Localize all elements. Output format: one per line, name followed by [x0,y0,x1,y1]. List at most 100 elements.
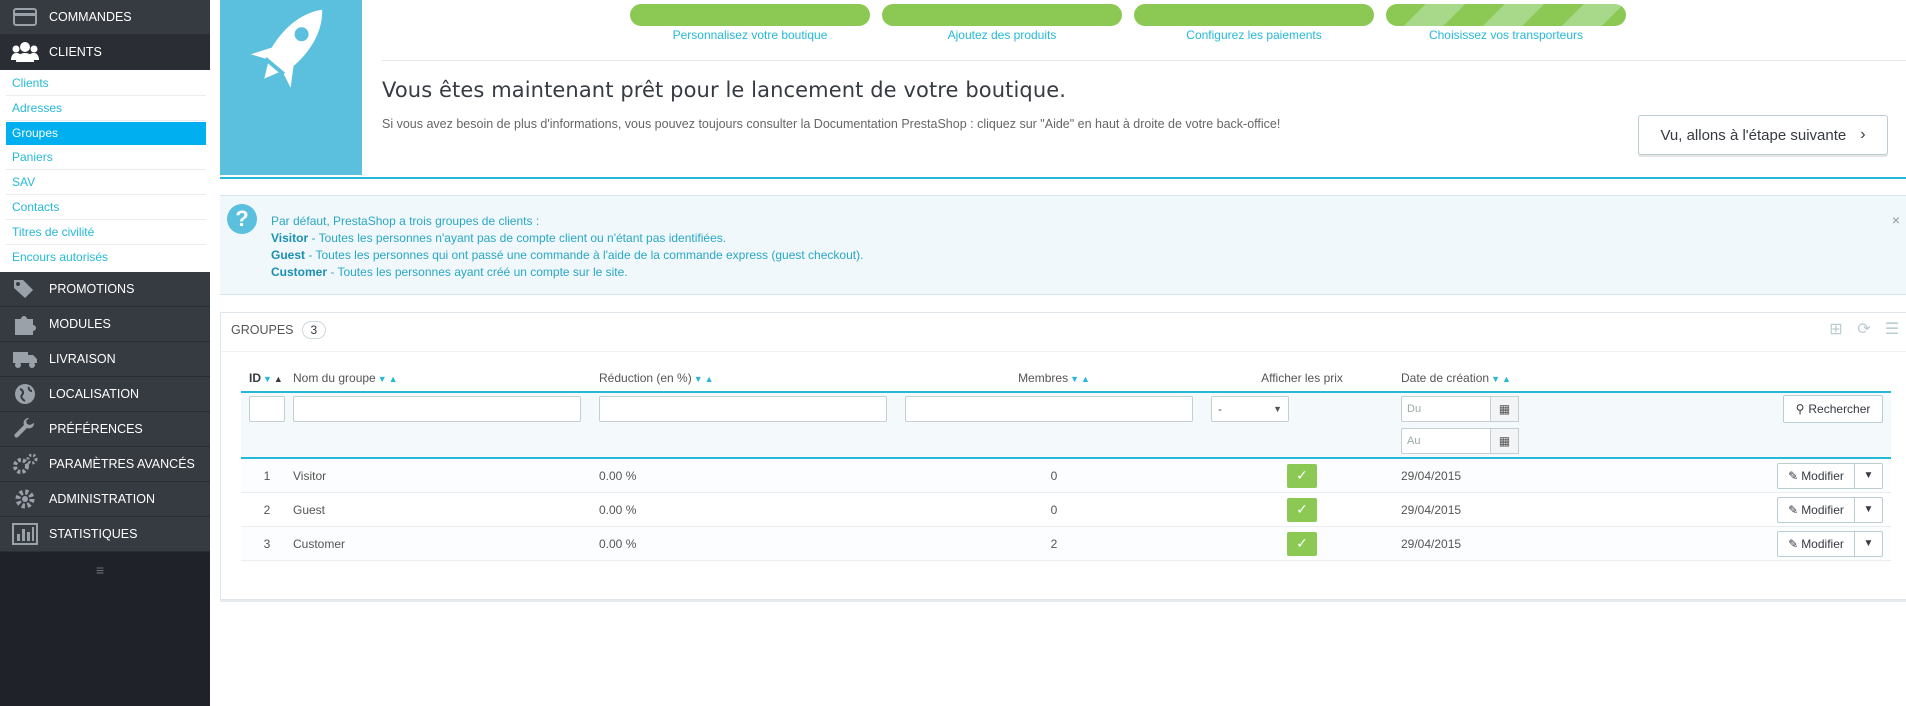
question-icon: ? [227,204,257,234]
row-actions-dropdown[interactable]: ▼ [1855,530,1883,557]
sort-asc-icon[interactable]: ▲ [389,374,398,384]
filter-reduction-input[interactable] [599,396,887,422]
sort-desc-icon[interactable]: ▼ [378,374,387,384]
gear-icon [10,486,40,512]
sidebar-item-preferences[interactable]: PRÉFÉRENCES [0,412,210,447]
filter-show-prices-select[interactable]: - ▼ [1211,396,1289,422]
column-header-name[interactable]: Nom du groupe ▼ ▲ [285,365,591,393]
sidebar-item-statistiques[interactable]: STATISTIQUES [0,517,210,552]
check-icon[interactable]: ✓ [1287,497,1317,522]
sidebar-item-commandes[interactable]: COMMANDES [0,0,210,35]
panel-title: GROUPES [231,323,294,337]
submenu-item-clients[interactable]: Clients [6,72,206,96]
cell-id: 1 [241,458,285,493]
table-row[interactable]: 1 Visitor 0.00 % 0 ✓ 29/04/2015 ✎ Modifie… [241,458,1891,493]
sidebar-item-administration[interactable]: ADMINISTRATION [0,482,210,517]
date-from-input[interactable]: Du [1401,396,1491,422]
groups-panel: GROUPES 3 ⊞ ⟳ ☰ ID ▼ ▲ Nom du groupe ▼ ▲ Réd… [220,312,1906,600]
sidebar-item-label: CLIENTS [49,45,102,59]
filter-id-input[interactable] [249,396,285,422]
sidebar-item-label: LIVRAISON [49,352,116,366]
sidebar-item-label: COMMANDES [49,10,132,24]
menu-collapse-icon[interactable]: ≡ [96,562,104,578]
divider [221,351,1906,352]
search-button[interactable]: ⚲ Rechercher [1783,395,1883,423]
next-step-button[interactable]: Vu, allons à l'étape suivante › [1638,115,1888,155]
check-icon[interactable]: ✓ [1287,531,1317,556]
step-label[interactable]: Ajoutez des produits [882,28,1122,42]
step-label[interactable]: Configurez les paiements [1134,28,1374,42]
cell-date: 29/04/2015 [1393,526,1543,561]
row-actions-dropdown[interactable]: ▼ [1855,462,1883,489]
sort-asc-icon[interactable]: ▲ [1502,374,1511,384]
table-row[interactable]: 2 Guest 0.00 % 0 ✓ 29/04/2015 ✎ Modifier ▼ [241,492,1891,527]
sidebar-item-parametres-avances[interactable]: PARAMÈTRES AVANCÉS [0,447,210,482]
sidebar-item-label: MODULES [49,317,111,331]
chevron-right-icon: › [1860,126,1866,143]
refresh-icon[interactable]: ⟳ [1855,321,1873,339]
panel-toolbar: ⊞ ⟳ ☰ [1827,321,1901,339]
sidebar-item-localisation[interactable]: LOCALISATION [0,377,210,412]
sidebar-item-livraison[interactable]: LIVRAISON [0,342,210,377]
filter-name-input[interactable] [293,396,581,422]
edit-button[interactable]: ✎ Modifier [1777,530,1855,557]
cell-members: 0 [897,458,1203,493]
sort-desc-icon[interactable]: ▼ [1491,374,1500,384]
search-icon: ⚲ [1795,402,1805,416]
users-icon [10,39,40,65]
progress-step-1 [630,4,870,26]
column-header-reduction[interactable]: Réduction (en %) ▼ ▲ [591,365,897,393]
sql-database-icon[interactable]: ☰ [1883,321,1901,339]
column-header-id[interactable]: ID ▼ ▲ [241,365,285,393]
filter-members-input[interactable] [905,396,1193,422]
add-new-icon[interactable]: ⊞ [1827,321,1845,339]
sort-asc-icon[interactable]: ▲ [705,374,714,384]
sort-asc-icon[interactable]: ▲ [1081,374,1090,384]
info-alert: ? Par défaut, PrestaShop a trois groupes… [220,195,1906,295]
onboarding-text: Si vous avez besoin de plus d'informatio… [382,117,1281,131]
edit-button[interactable]: ✎ Modifier [1777,462,1855,489]
check-icon[interactable]: ✓ [1287,463,1317,488]
globe-icon [10,381,40,407]
info-group-desc: - Toutes les personnes ayant créé un com… [327,265,628,279]
column-header-members[interactable]: Membres ▼ ▲ [897,365,1203,393]
submenu-item-sav[interactable]: SAV [6,171,206,195]
step-label[interactable]: Personnalisez votre boutique [630,28,870,42]
sidebar-item-clients[interactable]: CLIENTS [0,35,210,70]
rocket-icon [220,0,362,175]
groups-table: ID ▼ ▲ Nom du groupe ▼ ▲ Réduction (en %) ▼ ▲ … [241,365,1891,561]
sidebar-item-label: ADMINISTRATION [49,492,156,506]
sort-desc-icon[interactable]: ▼ [1070,374,1079,384]
cell-reduction: 0.00 % [591,492,897,527]
close-icon[interactable]: × [1892,212,1900,228]
sort-desc-icon[interactable]: ▼ [263,374,272,384]
cell-name: Guest [285,492,591,527]
sidebar-item-modules[interactable]: MODULES [0,307,210,342]
sidebar-item-label: STATISTIQUES [49,527,138,541]
calendar-icon[interactable]: ▦ [1491,396,1519,422]
progress-step-3 [1134,4,1374,26]
clients-submenu: Clients Adresses Groupes Paniers SAV Con… [0,70,210,272]
info-group-desc: - Toutes les personnes n'ayant pas de co… [308,231,727,245]
progress-step-2 [882,4,1122,26]
column-header-date[interactable]: Date de création ▼ ▲ [1393,365,1543,393]
sort-desc-icon[interactable]: ▼ [694,374,703,384]
edit-button[interactable]: ✎ Modifier [1777,496,1855,523]
calendar-icon[interactable]: ▦ [1491,428,1519,454]
row-actions-dropdown[interactable]: ▼ [1855,496,1883,523]
date-to-input[interactable]: Au [1401,428,1491,454]
table-row[interactable]: 3 Customer 0.00 % 2 ✓ 29/04/2015 ✎ Modifi… [241,526,1891,561]
submenu-item-titres[interactable]: Titres de civilité [6,221,206,245]
pencil-icon: ✎ [1788,468,1799,483]
sidebar-item-promotions[interactable]: PROMOTIONS [0,272,210,307]
cell-members: 2 [897,526,1203,561]
submenu-item-paniers[interactable]: Paniers [6,146,206,170]
submenu-item-contacts[interactable]: Contacts [6,196,206,220]
chevron-down-icon: ▼ [1273,404,1282,414]
info-group-name: Customer [271,265,328,279]
step-label[interactable]: Choisissez vos transporteurs [1386,28,1626,42]
submenu-item-groupes[interactable]: Groupes [6,122,206,145]
submenu-item-encours[interactable]: Encours autorisés [6,246,206,269]
submenu-item-adresses[interactable]: Adresses [6,97,206,121]
sort-asc-icon[interactable]: ▲ [274,374,283,384]
